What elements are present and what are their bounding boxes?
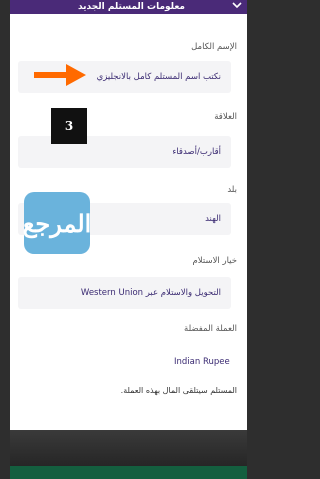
relationship-value: أقارب/أصدقاء [172, 147, 221, 157]
logo-text: المرجع [22, 208, 92, 238]
currency-value[interactable]: Indian Rupee [174, 357, 230, 367]
country-label: بلد [227, 185, 237, 195]
form-screen: معلومات المستلم الجديد الإسم الكامل نكتب… [10, 0, 247, 430]
step-badge: 3 [51, 108, 87, 144]
full-name-label: الإسم الكامل [191, 42, 237, 52]
currency-label: العملة المفضلة [184, 324, 237, 334]
arrow-right-icon [34, 64, 86, 86]
delivery-field[interactable]: التحويل والاستلام عبر Western Union [18, 277, 231, 309]
page-title: معلومات المستلم الجديد [77, 2, 185, 12]
relationship-label: العلاقة [214, 112, 237, 122]
header-bar: معلومات المستلم الجديد [10, 0, 247, 14]
relationship-field[interactable]: أقارب/أصدقاء [18, 136, 231, 168]
delivery-value: التحويل والاستلام عبر Western Union [80, 288, 221, 298]
watermark-logo: المرجع [22, 192, 92, 254]
currency-note: المستلم سيتلقى المال بهذه العملة. [120, 386, 237, 395]
full-name-value: نكتب اسم المستلم كامل بالانجليزي [96, 72, 221, 82]
chevron-down-icon[interactable] [231, 0, 243, 11]
bottom-strip [10, 466, 247, 479]
country-value: الهند [205, 214, 221, 224]
delivery-label: خيار الاستلام [192, 256, 237, 266]
